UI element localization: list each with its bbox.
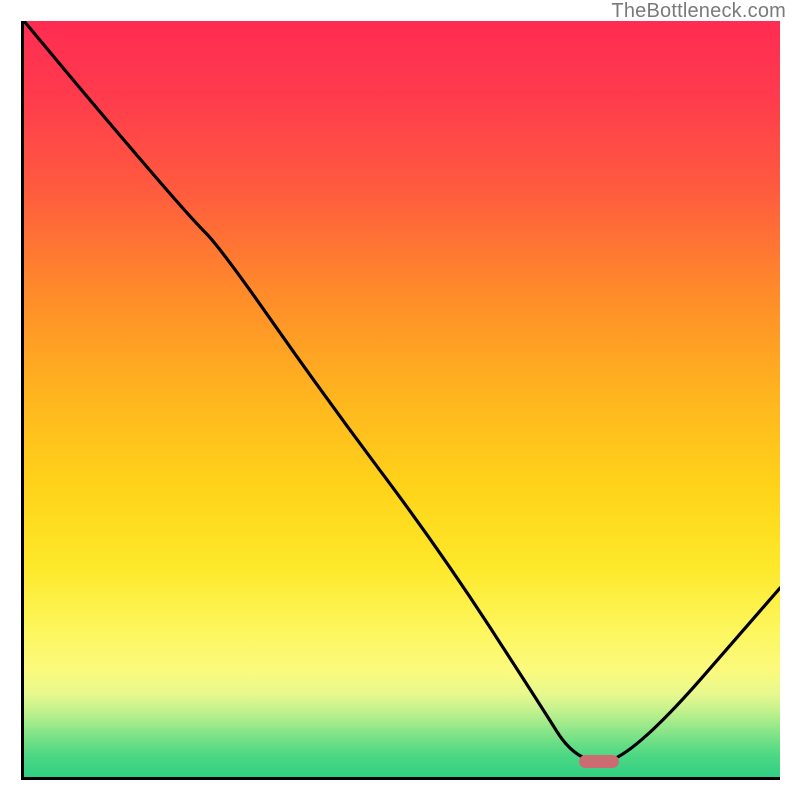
chart-axes-frame <box>21 21 780 780</box>
watermark-text: TheBottleneck.com <box>611 0 786 23</box>
